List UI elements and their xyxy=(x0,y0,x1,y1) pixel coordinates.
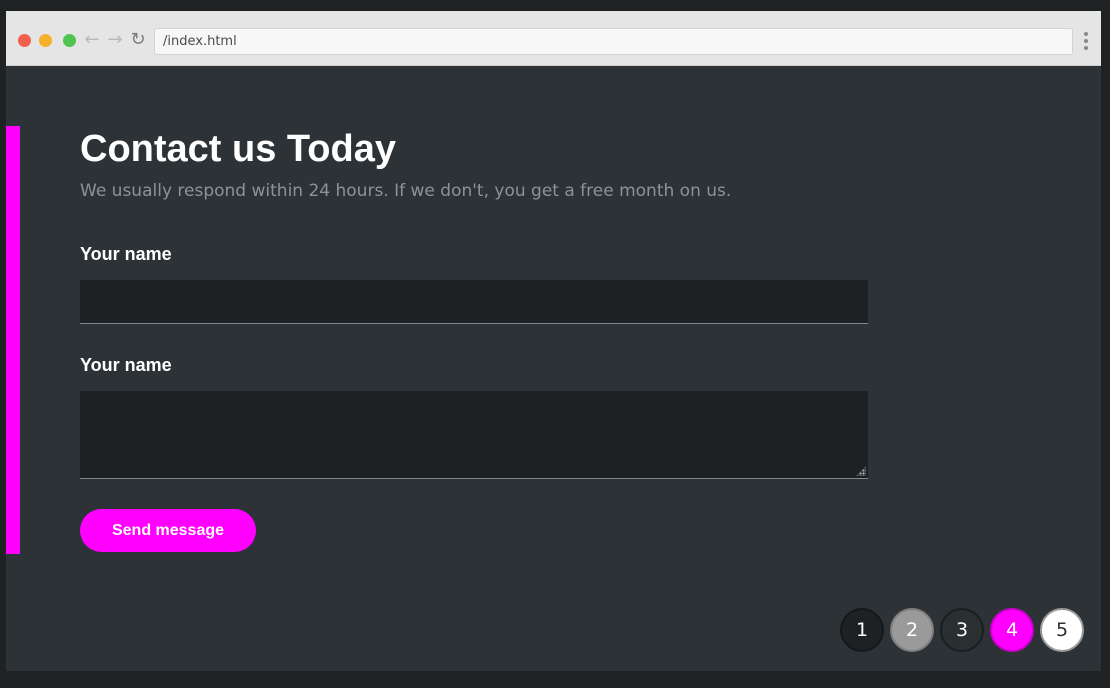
name-input[interactable] xyxy=(80,280,868,324)
maximize-window-button[interactable] xyxy=(63,34,76,47)
page-1-button[interactable]: 1 xyxy=(840,608,884,652)
browser-window: ← → ↻ /index.html Contact us Today We us… xyxy=(6,11,1101,671)
page-title: Contact us Today xyxy=(80,128,396,170)
page-3-button[interactable]: 3 xyxy=(940,608,984,652)
contact-form: Contact us Today We usually respond with… xyxy=(80,126,870,552)
message-field-label: Your name xyxy=(80,355,172,375)
more-options-icon[interactable] xyxy=(1084,32,1090,52)
minimize-window-button[interactable] xyxy=(39,34,52,47)
name-field-label: Your name xyxy=(80,244,172,264)
close-window-button[interactable] xyxy=(18,34,31,47)
page-2-button[interactable]: 2 xyxy=(890,608,934,652)
message-textarea[interactable] xyxy=(80,391,868,479)
accent-bar xyxy=(6,126,20,554)
address-bar[interactable]: /index.html xyxy=(154,28,1073,55)
forward-arrow-icon[interactable]: → xyxy=(105,30,125,50)
page-4-button[interactable]: 4 xyxy=(990,608,1034,652)
send-message-button[interactable]: Send message xyxy=(80,509,256,552)
back-arrow-icon[interactable]: ← xyxy=(82,30,102,50)
page-subtitle: We usually respond within 24 hours. If w… xyxy=(80,181,732,201)
reload-icon[interactable]: ↻ xyxy=(128,30,148,50)
browser-titlebar: ← → ↻ /index.html xyxy=(6,11,1101,66)
page-5-button[interactable]: 5 xyxy=(1040,608,1084,652)
